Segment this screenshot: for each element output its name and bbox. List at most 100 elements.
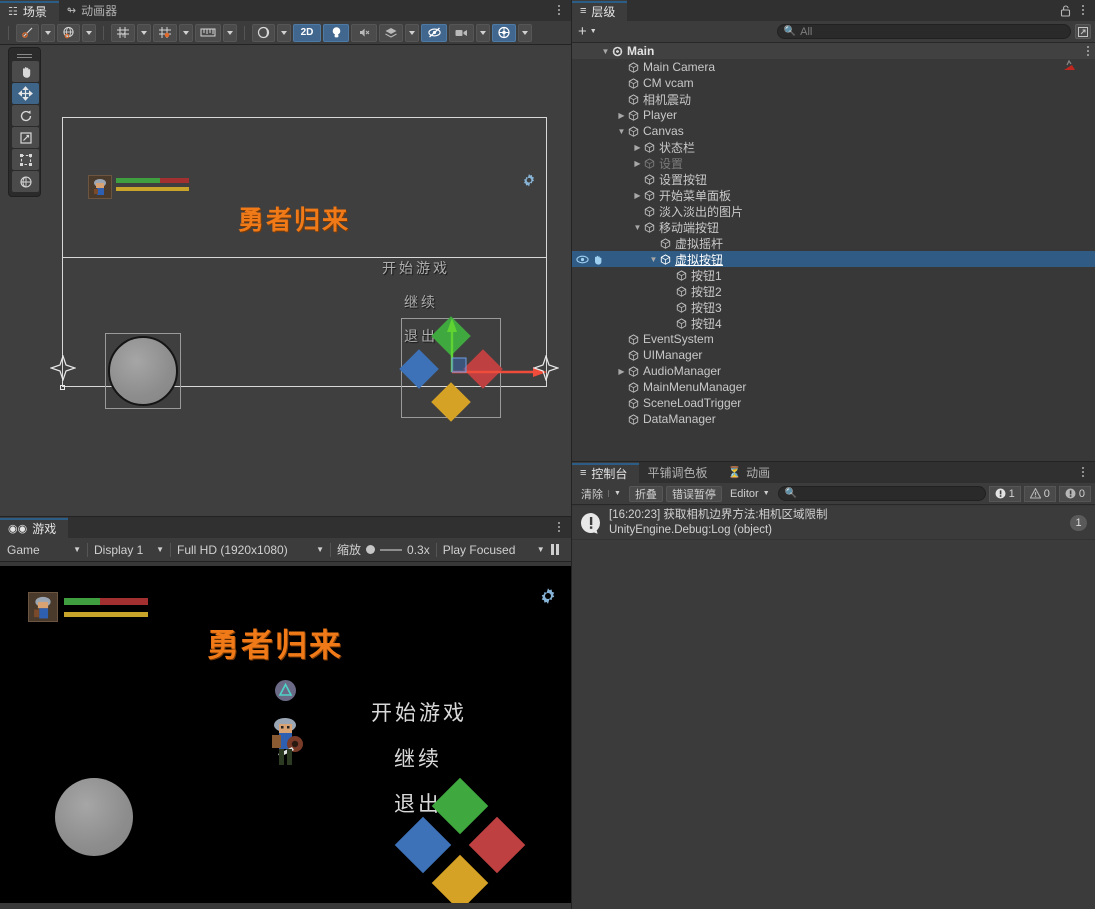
error-count-chip[interactable]: 0 bbox=[1058, 485, 1091, 502]
game-mode-dropdown[interactable]: Game ▼ bbox=[3, 543, 85, 557]
warning-count-chip[interactable]: 0 bbox=[1023, 485, 1056, 502]
chevron-right-icon[interactable]: ▶ bbox=[632, 159, 643, 168]
info-count-chip[interactable]: 1 bbox=[988, 485, 1021, 502]
hierarchy-row[interactable]: ▼ Main bbox=[572, 43, 1095, 59]
hierarchy-row[interactable]: ▶ 设置 bbox=[572, 155, 1095, 171]
hierarchy-row[interactable]: 淡入淡出的图片 bbox=[572, 203, 1095, 219]
chevron-right-icon[interactable]: ▶ bbox=[616, 111, 627, 120]
scene-row-menu[interactable] bbox=[1087, 46, 1089, 56]
scale-icon[interactable] bbox=[12, 127, 39, 148]
horizontal-splitter-left[interactable] bbox=[0, 516, 571, 517]
clear-button[interactable]: 清除 ▼ bbox=[576, 486, 626, 502]
hierarchy-row[interactable]: 相机震动 bbox=[572, 91, 1095, 107]
hierarchy-row[interactable]: 按钮1 bbox=[572, 267, 1095, 283]
chevron-right-icon[interactable]: ▶ bbox=[616, 367, 627, 376]
slider-track[interactable] bbox=[380, 548, 403, 551]
hierarchy-row[interactable]: EventSystem bbox=[572, 331, 1095, 347]
expand-search-button[interactable] bbox=[1075, 24, 1091, 39]
resize-handle-right[interactable] bbox=[533, 355, 559, 381]
transform-icon[interactable] bbox=[12, 171, 39, 192]
hierarchy-row[interactable]: 按钮2 bbox=[572, 283, 1095, 299]
hierarchy-row[interactable]: DataManager bbox=[572, 411, 1095, 427]
fx-layers-icon[interactable] bbox=[379, 23, 403, 42]
scene-options-menu[interactable] bbox=[553, 3, 565, 17]
move-arrows-icon[interactable] bbox=[12, 83, 39, 104]
chevron-right-icon[interactable]: ▶ bbox=[632, 143, 643, 152]
mute-audio-icon[interactable] bbox=[351, 23, 377, 42]
hierarchy-row[interactable]: ▶ Player bbox=[572, 107, 1095, 123]
horizontal-splitter-right[interactable] bbox=[572, 461, 1095, 462]
hierarchy-row[interactable]: ▼ 虚拟按钮 bbox=[572, 251, 1095, 267]
game-button-down[interactable] bbox=[431, 854, 489, 903]
game-menu-continue[interactable]: 继续 bbox=[394, 743, 442, 773]
console-options-menu[interactable] bbox=[1077, 465, 1089, 479]
chevron-down-icon[interactable] bbox=[82, 23, 96, 42]
toggle-2d-button[interactable]: 2D bbox=[293, 23, 321, 42]
vertical-splitter[interactable] bbox=[571, 0, 572, 909]
hierarchy-row[interactable]: 虚拟摇杆 bbox=[572, 235, 1095, 251]
chevron-right-icon[interactable]: ▶ bbox=[632, 191, 643, 200]
hidden-eye-icon[interactable] bbox=[421, 23, 447, 42]
hierarchy-row[interactable]: 设置按钮 bbox=[572, 171, 1095, 187]
chevron-down-icon[interactable] bbox=[223, 23, 237, 42]
hierarchy-row[interactable]: ▶ AudioManager bbox=[572, 363, 1095, 379]
hierarchy-row[interactable]: 按钮4 bbox=[572, 315, 1095, 331]
chevron-down-icon[interactable] bbox=[41, 23, 55, 42]
grid-axis-icon[interactable]: Y bbox=[111, 23, 135, 42]
scene-viewport[interactable]: 勇者归来 开始游戏 继续 退出 bbox=[0, 45, 571, 516]
hierarchy-row[interactable]: Main Camera bbox=[572, 59, 1095, 75]
chevron-down-icon[interactable]: ▼ bbox=[616, 127, 627, 136]
game-settings-gear-icon[interactable] bbox=[538, 587, 558, 610]
tab-scene[interactable]: ☷ 场景 bbox=[0, 0, 59, 21]
resize-handle-left[interactable] bbox=[50, 355, 76, 381]
ruler-icon[interactable] bbox=[195, 23, 221, 42]
game-options-menu[interactable] bbox=[553, 520, 565, 534]
chevron-down-icon[interactable] bbox=[405, 23, 419, 42]
globe-icon[interactable] bbox=[57, 23, 80, 42]
chevron-down-icon[interactable] bbox=[518, 23, 532, 42]
sphere-icon[interactable] bbox=[252, 23, 275, 42]
tab-game[interactable]: ◉◉ 游戏 bbox=[0, 517, 69, 538]
hierarchy-options-menu[interactable] bbox=[1077, 3, 1089, 17]
bulb-icon[interactable] bbox=[323, 23, 349, 42]
hierarchy-row[interactable]: 按钮3 bbox=[572, 299, 1095, 315]
resolution-dropdown[interactable]: Full HD (1920x1080) ▼ bbox=[173, 543, 328, 557]
camera-icon[interactable] bbox=[449, 23, 474, 42]
hierarchy-row[interactable]: ▶ 开始菜单面板 bbox=[572, 187, 1095, 203]
visibility-toggle[interactable] bbox=[576, 254, 604, 265]
game-menu-start[interactable]: 开始游戏 bbox=[371, 697, 467, 727]
pivot-icon[interactable] bbox=[16, 23, 39, 42]
game-stats-toggle[interactable] bbox=[549, 544, 559, 555]
console-search-input[interactable]: 🔍 bbox=[777, 486, 986, 501]
tab-console[interactable]: ≡ 控制台 bbox=[572, 462, 640, 483]
game-button-right[interactable] bbox=[468, 816, 526, 874]
game-virtual-joystick[interactable] bbox=[55, 778, 133, 856]
drag-handle[interactable] bbox=[12, 51, 37, 60]
hierarchy-row[interactable]: ▼ Canvas bbox=[572, 123, 1095, 139]
tab-hierarchy[interactable]: ≡ 层级 bbox=[572, 0, 628, 21]
chevron-down-icon[interactable]: ▼ bbox=[600, 47, 611, 56]
chevron-down-icon[interactable]: ▼ bbox=[648, 255, 659, 264]
grid-snap-icon[interactable] bbox=[153, 23, 177, 42]
gizmo-globe-icon[interactable] bbox=[492, 23, 516, 42]
game-button-left[interactable] bbox=[394, 816, 452, 874]
error-pause-button[interactable]: 错误暂停 bbox=[665, 485, 722, 502]
rect-transform-icon[interactable] bbox=[12, 149, 39, 170]
hierarchy-row[interactable]: CM vcam bbox=[572, 75, 1095, 91]
play-mode-dropdown[interactable]: Play Focused ▼ bbox=[439, 543, 549, 557]
tab-tile-palette[interactable]: 平铺调色板 bbox=[639, 462, 719, 483]
collapse-button[interactable]: 折叠 bbox=[628, 485, 663, 502]
console-log-list[interactable]: [16:20:23] 获取相机边界方法:相机区域限制 UnityEngine.D… bbox=[572, 506, 1095, 909]
tab-animation[interactable]: ⏳ 动画 bbox=[719, 462, 782, 483]
chevron-down-icon[interactable] bbox=[137, 23, 151, 42]
hierarchy-row[interactable]: ▶ 状态栏 bbox=[572, 139, 1095, 155]
hierarchy-row[interactable]: ▼ 移动端按钮 bbox=[572, 219, 1095, 235]
slider-thumb[interactable] bbox=[366, 545, 376, 554]
chevron-down-icon[interactable] bbox=[277, 23, 291, 42]
game-viewport[interactable]: 勇者归来 开始游戏 继续 退出 bbox=[0, 566, 571, 903]
chevron-down-icon[interactable] bbox=[476, 23, 490, 42]
create-object-button[interactable]: + ▼ bbox=[576, 23, 599, 40]
rotate-icon[interactable] bbox=[12, 105, 39, 126]
hierarchy-row[interactable]: UIManager bbox=[572, 347, 1095, 363]
chevron-down-icon[interactable] bbox=[179, 23, 193, 42]
